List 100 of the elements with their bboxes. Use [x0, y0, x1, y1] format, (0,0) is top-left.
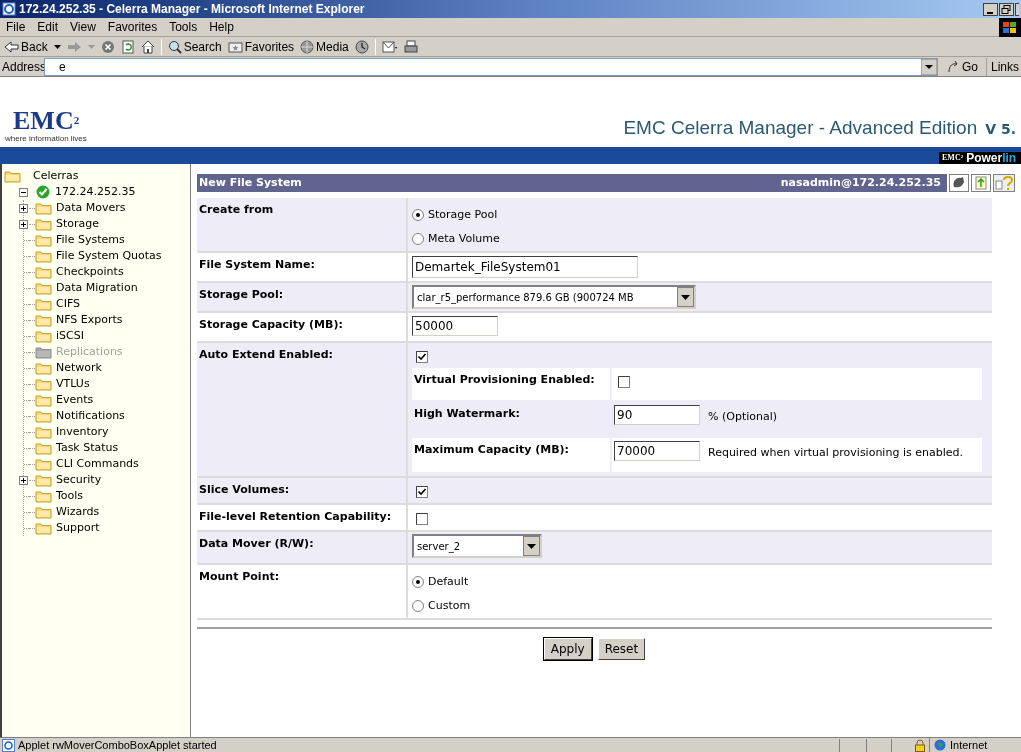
toolbar-button[interactable]: Back [4, 37, 48, 56]
folder-icon [35, 249, 52, 263]
folder-icon [35, 233, 52, 247]
printer-icon[interactable] [403, 39, 418, 54]
radio-label: Default [428, 573, 469, 590]
tree-item[interactable]: Checkpoints [52, 263, 124, 281]
logo: EMC$^{2}$ [12, 109, 81, 133]
folder-icon [35, 361, 52, 375]
checkbox[interactable] [416, 486, 428, 498]
tree-item[interactable]: Security [52, 471, 102, 489]
links-button[interactable]: Links [986, 57, 1019, 76]
home-icon[interactable] [140, 39, 155, 54]
text-field[interactable]: 70000 [614, 441, 700, 461]
collapse-icon[interactable] [19, 187, 28, 197]
text-field[interactable]: 50000 [412, 316, 498, 336]
toolbar-button[interactable]: Search [167, 37, 222, 56]
field-label: Auto Extend Enabled: [197, 343, 408, 476]
tree-item[interactable]: 172.24.252.35 [52, 183, 136, 201]
expand-icon[interactable] [19, 203, 28, 213]
tree-item[interactable]: VTLUs [52, 375, 90, 393]
checkbox[interactable] [416, 351, 428, 363]
windows-logo [999, 18, 1021, 37]
field-label: Storage Pool: [197, 283, 408, 311]
tagline: where information lives [5, 133, 87, 145]
menu-item[interactable]: Edit [31, 18, 65, 36]
tree-item[interactable]: Celerras [33, 167, 79, 185]
hint-text: Required when virtual provisioning is enabled. [708, 445, 963, 461]
field-label: Mount Point: [197, 565, 408, 618]
tree-item[interactable]: CLI Commands [52, 455, 139, 473]
text-field[interactable]: Demartek_FileSystem01 [412, 256, 638, 278]
tree-item[interactable]: Wizards [52, 503, 100, 521]
tree-item[interactable]: Events [52, 391, 94, 409]
form-button[interactable]: Apply [543, 638, 592, 660]
folder-icon [4, 169, 21, 183]
field-label: Create from [197, 198, 408, 251]
folder-icon [35, 505, 52, 519]
go-arrow-icon [945, 59, 960, 74]
globe-icon [300, 39, 315, 54]
text-field[interactable]: 90 [614, 405, 700, 425]
tree-item[interactable]: Network [52, 359, 102, 377]
globe-icon [934, 739, 946, 751]
checkbox[interactable] [416, 513, 428, 525]
radio-button[interactable] [412, 209, 424, 221]
dropdown-caret-icon[interactable] [53, 44, 61, 49]
tree-item[interactable]: Notifications [52, 407, 125, 425]
tree-item[interactable]: Data Movers [52, 199, 126, 217]
expand-icon[interactable] [19, 475, 28, 485]
radio-label: Custom [428, 597, 471, 614]
radio-label: Storage Pool [428, 206, 498, 223]
expand-icon[interactable] [19, 219, 28, 229]
tree-item[interactable]: Support [52, 519, 100, 537]
radio-button[interactable] [412, 576, 424, 588]
tree-item[interactable]: File Systems [52, 231, 125, 249]
field-label: Virtual Provisioning Enabled: [412, 368, 612, 400]
folder-icon [35, 329, 52, 343]
folder-icon [35, 457, 52, 471]
tree-item[interactable]: NFS Exports [52, 311, 123, 329]
tree-item[interactable]: Storage [52, 215, 100, 233]
dropdown-arrow-icon[interactable] [920, 58, 937, 75]
window-title: 172.24.252.35 - Celerra Manager - Microsoft Internet Explorer [19, 1, 366, 18]
checkbox[interactable] [618, 376, 630, 388]
stop-icon[interactable] [100, 39, 115, 54]
radio-button[interactable] [412, 233, 424, 245]
go-button[interactable]: Go [941, 57, 982, 76]
dropdown[interactable]: clar_r5_performance 879.6 GB (900724 MB [412, 285, 696, 309]
form-button[interactable]: Reset [597, 638, 646, 660]
tree-item[interactable]: File System Quotas [52, 247, 162, 265]
app-title: EMC Celerra Manager - Advanced Edition [623, 115, 978, 140]
folder-icon [35, 297, 52, 311]
address-field[interactable]: e [44, 57, 938, 76]
version-label: V 5. [985, 119, 1016, 139]
dropdown[interactable]: server_2 [412, 534, 542, 558]
folder-icon [35, 201, 52, 215]
toolbar-button[interactable]: Media [300, 37, 349, 56]
menu-item[interactable]: Favorites [101, 18, 164, 36]
help-icon[interactable] [993, 174, 1015, 192]
menu-item[interactable]: Tools [163, 18, 204, 36]
tree-item[interactable]: Data Migration [52, 279, 138, 297]
panel-title: New File System [199, 174, 302, 191]
tree-item[interactable]: iSCSI [52, 327, 84, 345]
search-icon [167, 39, 182, 54]
menu-item[interactable]: View [64, 18, 102, 36]
menu-item[interactable]: File [0, 18, 32, 36]
back-arrow-icon [4, 39, 19, 54]
field-label: Storage Capacity (MB): [197, 313, 408, 341]
folder-icon [35, 441, 52, 455]
minimize-icon[interactable] [983, 2, 998, 16]
toolbar-button[interactable]: Favorites [227, 37, 295, 56]
tree-item[interactable]: Tools [52, 487, 84, 505]
tree-item[interactable]: CIFS [52, 295, 81, 313]
tree-item[interactable]: Inventory [52, 423, 109, 441]
powerlink-badge: EMC$^{2}$ Powerlin [939, 152, 1021, 164]
folder-icon [35, 313, 52, 327]
radio-button[interactable] [412, 600, 424, 612]
field-label: High Watermark: [412, 402, 612, 436]
tree-item[interactable]: Task Status [52, 439, 119, 457]
menu-item[interactable]: Help [203, 18, 240, 36]
field-label: Data Mover (R/W): [197, 532, 408, 563]
folder-icon [35, 473, 52, 487]
mail-icon[interactable] [381, 39, 398, 54]
